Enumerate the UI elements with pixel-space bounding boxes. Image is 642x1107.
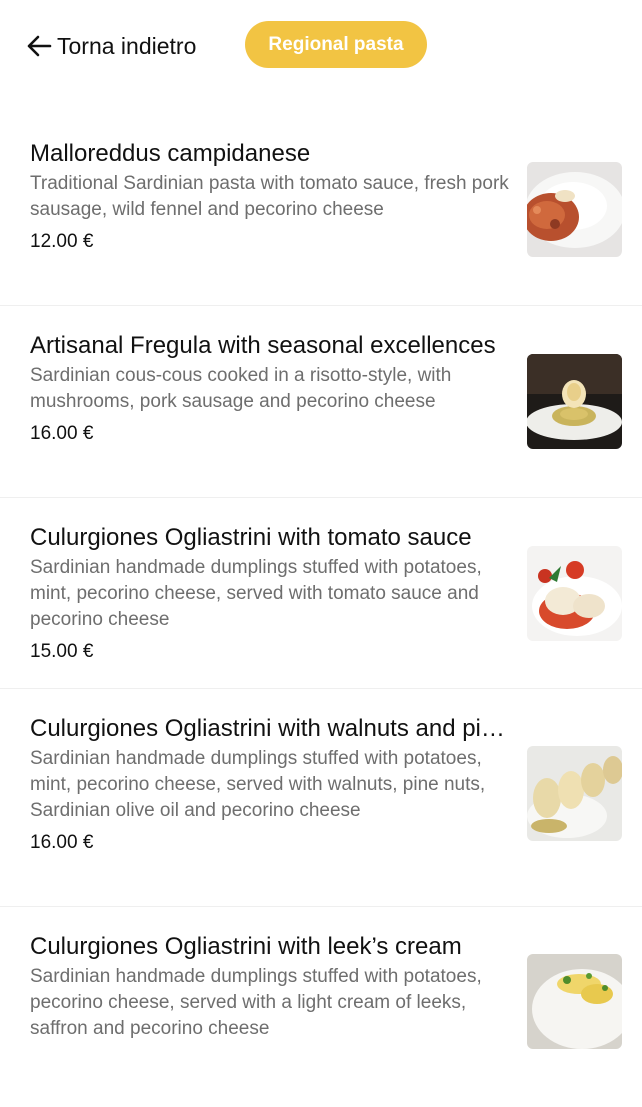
back-label: Torna indietro bbox=[57, 32, 197, 59]
dish-name: Culurgiones Ogliastrini with leek’s crea… bbox=[30, 933, 462, 960]
top-bar: Torna indietro Regional pasta bbox=[0, 0, 642, 100]
dish-description: Sardinian handmade dumplings stuffed wit… bbox=[30, 966, 482, 1039]
dish-description: Traditional Sardinian pasta with tomato … bbox=[30, 173, 509, 220]
dish-name: Culurgiones Ogliastrini with tomato sauc… bbox=[30, 524, 472, 551]
dish-name: Culurgiones Ogliastrini with walnuts and… bbox=[30, 715, 510, 742]
dish-description: Sardinian handmade dumplings stuffed wit… bbox=[30, 557, 482, 630]
dish-price: 16.00 € bbox=[30, 423, 94, 444]
dish-price: 12.00 € bbox=[30, 231, 94, 252]
dish-photo[interactable] bbox=[527, 546, 622, 641]
dish-price: 16.00 € bbox=[30, 832, 94, 853]
menu-item[interactable]: Culurgiones Ogliastrini with walnuts and… bbox=[0, 689, 642, 907]
back-button[interactable]: Torna indietro bbox=[26, 28, 196, 64]
dish-description: Sardinian cous-cous cooked in a risotto-… bbox=[30, 365, 452, 412]
arrow-left-icon bbox=[26, 33, 52, 59]
category-pill[interactable]: Regional pasta bbox=[245, 21, 427, 68]
dish-photo[interactable] bbox=[527, 954, 622, 1049]
menu-item[interactable]: Artisanal Fregula with seasonal excellen… bbox=[0, 306, 642, 498]
dish-name: Malloreddus campidanese bbox=[30, 140, 311, 167]
menu-item[interactable]: Culurgiones Ogliastrini with tomato sauc… bbox=[0, 498, 642, 689]
dish-photo[interactable] bbox=[527, 162, 622, 257]
dish-description: Sardinian handmade dumplings stuffed wit… bbox=[30, 748, 486, 821]
menu-item[interactable]: Culurgiones Ogliastrini with leek’s crea… bbox=[0, 907, 642, 1107]
dish-price: 15.00 € bbox=[30, 641, 94, 662]
dish-name: Artisanal Fregula with seasonal excellen… bbox=[30, 332, 496, 359]
menu-item[interactable]: Malloreddus campidanese Traditional Sard… bbox=[0, 110, 642, 306]
dish-photo[interactable] bbox=[527, 746, 622, 841]
menu-list: Malloreddus campidanese Traditional Sard… bbox=[0, 110, 642, 1107]
dish-photo[interactable] bbox=[527, 354, 622, 449]
